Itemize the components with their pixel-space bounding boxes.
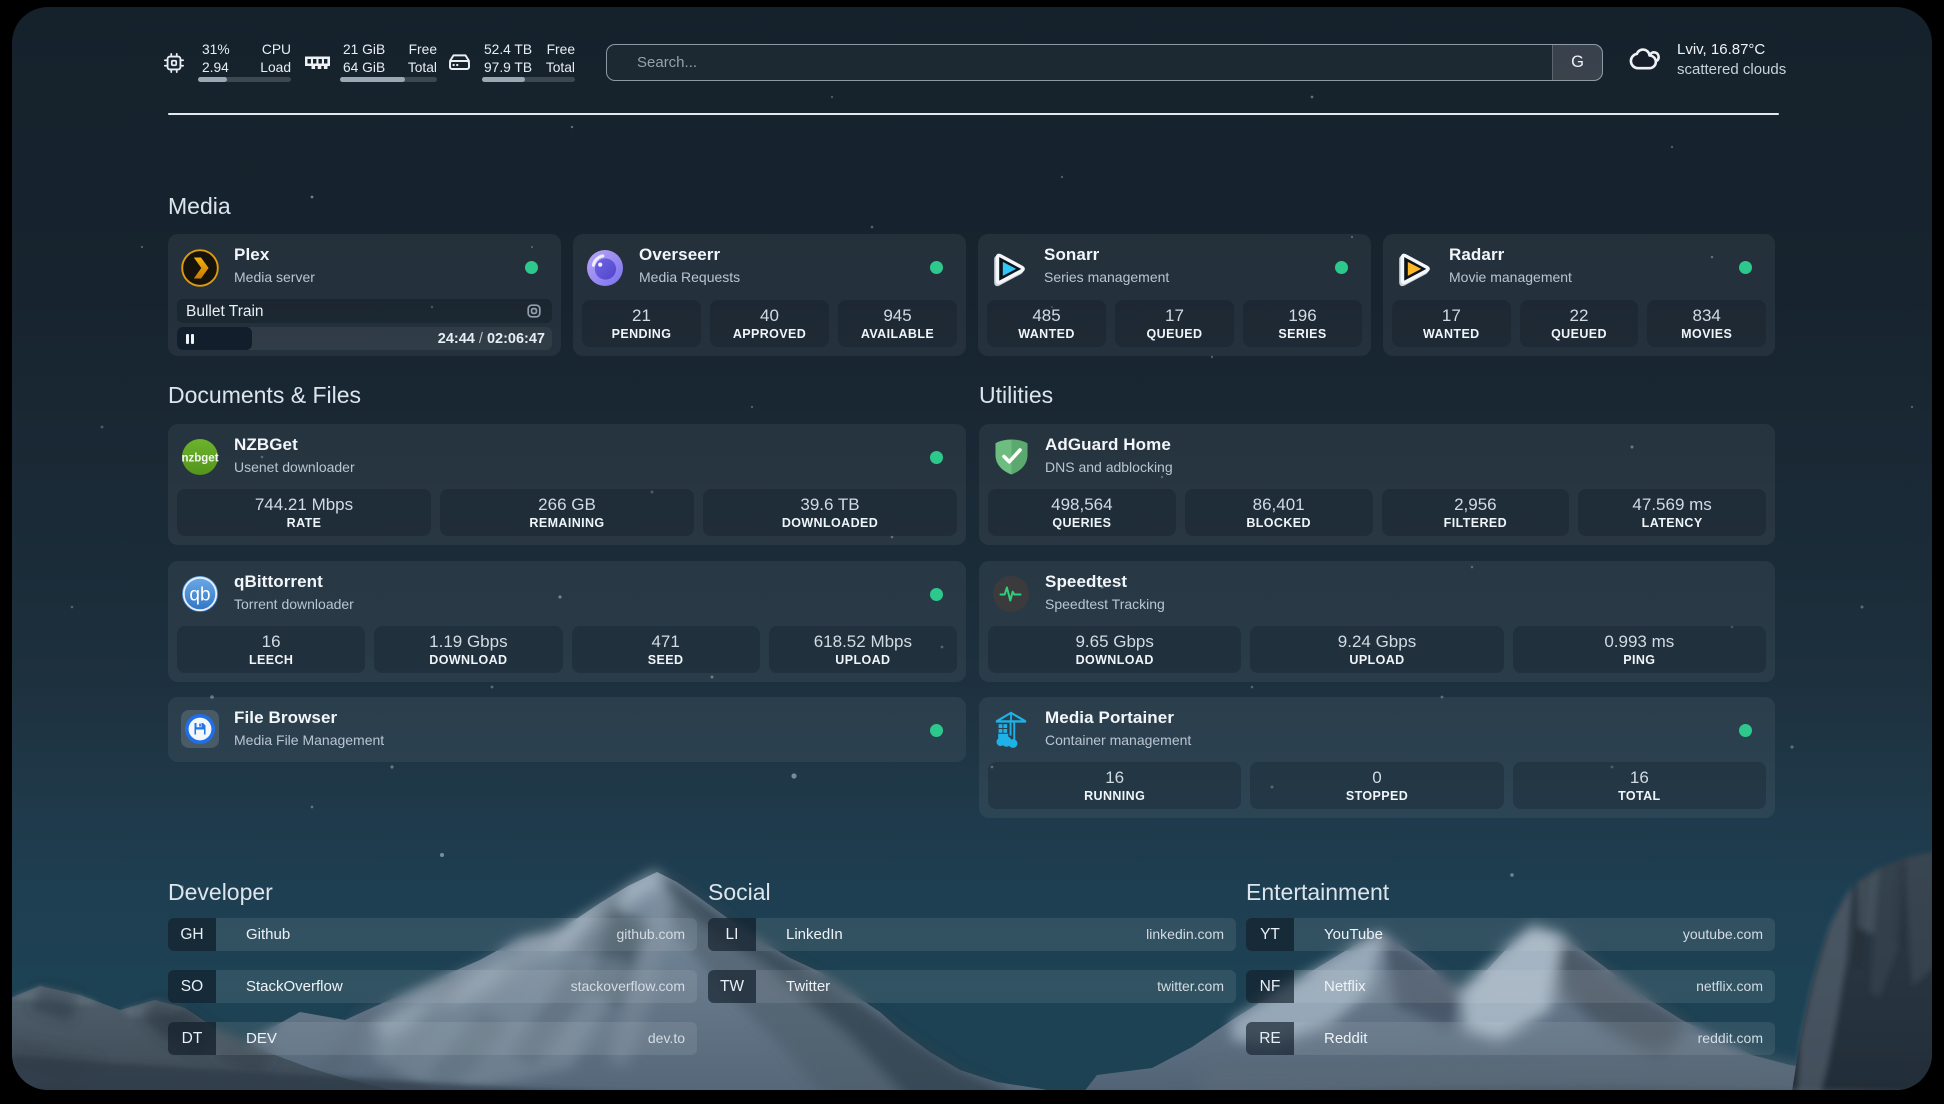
svg-text:nzbget: nzbget: [181, 453, 218, 465]
svg-text:qb: qb: [189, 585, 210, 606]
